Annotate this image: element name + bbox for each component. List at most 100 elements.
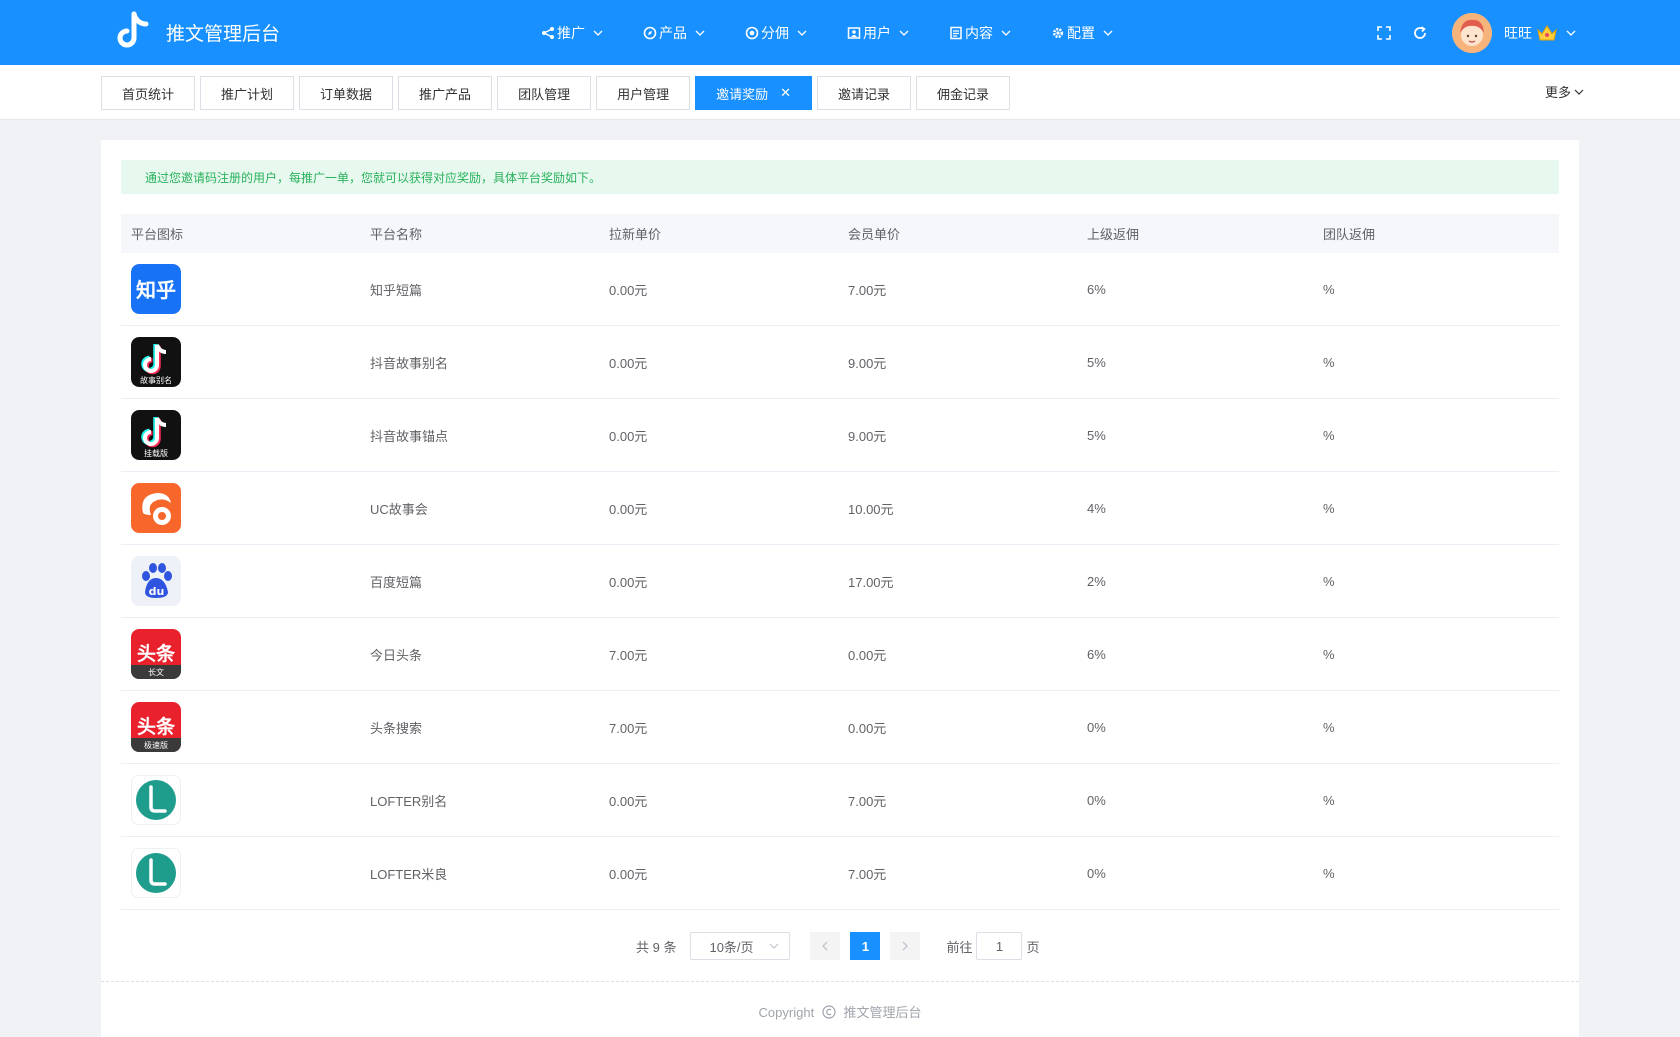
new-price: 7.00元 <box>609 720 648 736</box>
footer-divider <box>101 981 1579 982</box>
notice-banner: 通过您邀请码注册的用户，每推广一单，您就可以获得对应奖励，具体平台奖励如下。 <box>121 160 1559 194</box>
refresh-icon[interactable] <box>1410 23 1430 43</box>
zhihu-logo-icon: 知乎 <box>131 264 181 314</box>
nav-label: 用户 <box>863 24 891 41</box>
tab-promotion-product[interactable]: 推广产品 <box>398 76 493 110</box>
douyin-story-anchor-icon: 挂载版 <box>131 410 181 460</box>
more-tabs-button[interactable]: 更多 <box>1545 82 1584 101</box>
next-page-button[interactable] <box>890 932 921 960</box>
member-price: 10.00元 <box>848 501 894 517</box>
table-row: LOFTER米良 0.00元 7.00元 0% % <box>121 837 1559 910</box>
chevron-down-icon <box>593 30 603 36</box>
tab-order-data[interactable]: 订单数据 <box>299 76 394 110</box>
gear-icon <box>1050 25 1066 41</box>
new-price: 0.00元 <box>609 282 648 298</box>
table-row: 头条 极速版 头条搜索 7.00元 0.00元 0% % <box>121 691 1559 764</box>
team-commission: % <box>1323 573 1335 589</box>
chevron-down-icon <box>695 30 705 36</box>
goto-page: 前往 页 <box>946 932 1040 960</box>
icon-text: 极速版 <box>144 740 168 750</box>
nav-config[interactable]: 配置 <box>1050 0 1113 65</box>
column-header: 平台图标 <box>131 227 184 242</box>
page-number-current[interactable]: 1 <box>850 932 881 960</box>
team-commission: % <box>1323 427 1335 443</box>
platform-name: 头条搜索 <box>370 720 423 736</box>
goto-label: 前往 <box>946 939 973 955</box>
member-price: 7.00元 <box>848 866 887 882</box>
uc-logo-icon <box>131 483 181 533</box>
nav-users[interactable]: 用户 <box>846 0 909 65</box>
goto-page-input[interactable] <box>976 932 1023 960</box>
more-label: 更多 <box>1544 85 1571 100</box>
tab-home-stats[interactable]: 首页统计 <box>101 76 196 110</box>
close-icon[interactable]: ✕ <box>780 85 791 101</box>
platform-icon-cell <box>121 775 360 825</box>
share-icon <box>540 25 556 41</box>
upline-commission: 6% <box>1087 646 1106 662</box>
upline-commission: 0% <box>1087 719 1106 735</box>
header-tools: 旺旺 <box>1374 0 1576 65</box>
avatar[interactable] <box>1452 12 1492 53</box>
tab-label: 佣金记录 <box>937 86 990 102</box>
icon-text: 长文 <box>148 667 164 677</box>
tab-invite-records[interactable]: 邀请记录 <box>817 76 912 110</box>
brand[interactable]: 推文管理后台 <box>114 10 280 54</box>
new-price: 0.00元 <box>609 793 648 809</box>
team-commission: % <box>1323 719 1335 735</box>
upline-commission: 5% <box>1087 354 1106 370</box>
team-commission: % <box>1323 281 1335 297</box>
member-price: 7.00元 <box>848 793 887 809</box>
chevron-right-icon <box>903 941 909 951</box>
chevron-down-icon <box>899 30 909 36</box>
tab-commission-records[interactable]: 佣金记录 <box>916 76 1011 110</box>
total-count: 共 9 条 <box>636 939 677 955</box>
page-suffix: 页 <box>1026 939 1040 955</box>
document-icon <box>948 25 964 41</box>
platform-name: 今日头条 <box>370 647 423 663</box>
member-price: 9.00元 <box>848 355 887 371</box>
tab-user-management[interactable]: 用户管理 <box>596 76 691 110</box>
nav-content[interactable]: 内容 <box>948 0 1011 65</box>
new-price: 0.00元 <box>609 428 648 444</box>
fullscreen-icon[interactable] <box>1374 23 1394 43</box>
member-price: 9.00元 <box>848 428 887 444</box>
platform-icon-cell <box>121 483 360 533</box>
platform-table: 平台图标 平台名称 拉新单价 会员单价 上级返佣 团队返佣 知乎 知乎短篇 0.… <box>121 214 1559 910</box>
nav-promotion[interactable]: 推广 <box>540 0 603 65</box>
tab-label: 邀请记录 <box>838 86 891 102</box>
copyright-icon <box>822 1005 836 1019</box>
icon-text: 故事别名 <box>140 375 172 385</box>
column-header: 上级返佣 <box>1087 227 1140 242</box>
member-price: 17.00元 <box>848 574 894 590</box>
lofter-logo-icon <box>131 775 181 825</box>
username[interactable]: 旺旺 <box>1504 23 1532 43</box>
tab-label: 订单数据 <box>320 86 373 102</box>
lofter-logo-icon <box>131 848 181 898</box>
nav-product[interactable]: 产品 <box>642 0 705 65</box>
nav-label: 分佣 <box>761 24 789 41</box>
icon-text: 头条 <box>137 715 176 738</box>
tab-invite-reward[interactable]: 邀请奖励 ✕ <box>695 76 813 110</box>
column-header: 团队返佣 <box>1323 227 1376 242</box>
table-row: LOFTER别名 0.00元 7.00元 0% % <box>121 764 1559 837</box>
icon-text: 知乎 <box>136 278 176 302</box>
user-card-icon <box>846 25 862 41</box>
footer: Copyright 推文管理后台 <box>101 1002 1579 1021</box>
platform-icon-cell: du <box>121 556 360 606</box>
page-size-select[interactable]: 10条/页 <box>690 932 791 960</box>
toutiao-lite-icon: 头条极速版 <box>131 702 181 752</box>
tab-team-management[interactable]: 团队管理 <box>497 76 592 110</box>
chevron-down-icon[interactable] <box>1566 28 1576 38</box>
copyright-label: Copyright <box>758 1005 815 1020</box>
prev-page-button[interactable] <box>810 932 841 960</box>
tab-label: 邀请奖励 <box>716 86 769 102</box>
platform-name: 知乎短篇 <box>370 282 423 298</box>
tab-promotion-plan[interactable]: 推广计划 <box>200 76 295 110</box>
platform-icon-cell: 头条 极速版 <box>121 702 360 752</box>
page-size-value: 10条/页 <box>709 939 754 955</box>
nav-commission[interactable]: 分佣 <box>744 0 807 65</box>
team-commission: % <box>1323 792 1335 808</box>
platform-icon-cell: 知乎 <box>121 264 360 314</box>
upline-commission: 0% <box>1087 865 1106 881</box>
pagination: 共 9 条 10条/页 1 前往 页 <box>636 932 1040 960</box>
